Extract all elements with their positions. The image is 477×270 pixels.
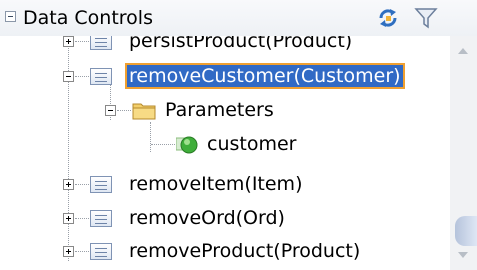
expand-toggle[interactable] [63, 213, 74, 224]
collapse-panel-icon[interactable] [5, 11, 16, 22]
tree-item-label: removeOrd(Ord) [129, 207, 285, 229]
tree-item-label: removeCustomer(Customer) [125, 63, 405, 89]
tree-item-remove-product[interactable]: removeProduct(Product) [0, 234, 400, 268]
filter-button[interactable] [414, 6, 438, 30]
tree-item-label: persistProduct(Product) [129, 36, 353, 52]
method-icon [90, 210, 112, 227]
filter-icon [414, 8, 438, 29]
panel-title: Data Controls [23, 7, 153, 29]
tree-item-label: removeProduct(Product) [129, 240, 361, 262]
tree-connector [75, 76, 89, 78]
tree-item-parameters[interactable]: Parameters [0, 93, 360, 127]
data-controls-header: Data Controls [0, 0, 477, 36]
parameter-icon [176, 136, 198, 154]
tree-item-customer-parameter[interactable]: customer [0, 127, 340, 161]
method-icon [90, 176, 112, 193]
tree-item-label: customer [207, 133, 297, 155]
data-controls-tree: persistProduct(Product) removeCustomer(C… [0, 36, 450, 270]
tree-connector [75, 218, 89, 220]
scrollbar-thumb[interactable] [455, 216, 477, 246]
folder-icon [132, 103, 156, 120]
method-icon [90, 68, 112, 85]
tree-connector [117, 110, 131, 112]
collapse-toggle[interactable] [105, 105, 116, 116]
tree-item-remove-item[interactable]: removeItem(Item) [0, 167, 360, 201]
tree-connector [75, 41, 89, 43]
method-icon [90, 36, 112, 50]
scroll-down-arrow-icon[interactable] [458, 252, 468, 258]
tree-connector [75, 251, 89, 253]
tree-item-remove-customer[interactable]: removeCustomer(Customer) [0, 59, 430, 93]
expand-toggle[interactable] [63, 179, 74, 190]
tree-item-persist-product[interactable]: persistProduct(Product) [0, 36, 420, 58]
refresh-button[interactable] [375, 6, 401, 30]
method-icon [90, 243, 112, 260]
tree-connector [75, 184, 89, 186]
scroll-up-arrow-icon[interactable] [458, 48, 468, 54]
expand-toggle[interactable] [63, 36, 74, 47]
tree-item-label: Parameters [165, 99, 274, 121]
vertical-scrollbar[interactable] [450, 36, 477, 270]
tree-item-label: removeItem(Item) [129, 173, 303, 195]
expand-toggle[interactable] [63, 246, 74, 257]
collapse-toggle[interactable] [63, 71, 74, 82]
tree-item-remove-ord[interactable]: removeOrd(Ord) [0, 201, 360, 235]
refresh-icon [379, 9, 397, 27]
